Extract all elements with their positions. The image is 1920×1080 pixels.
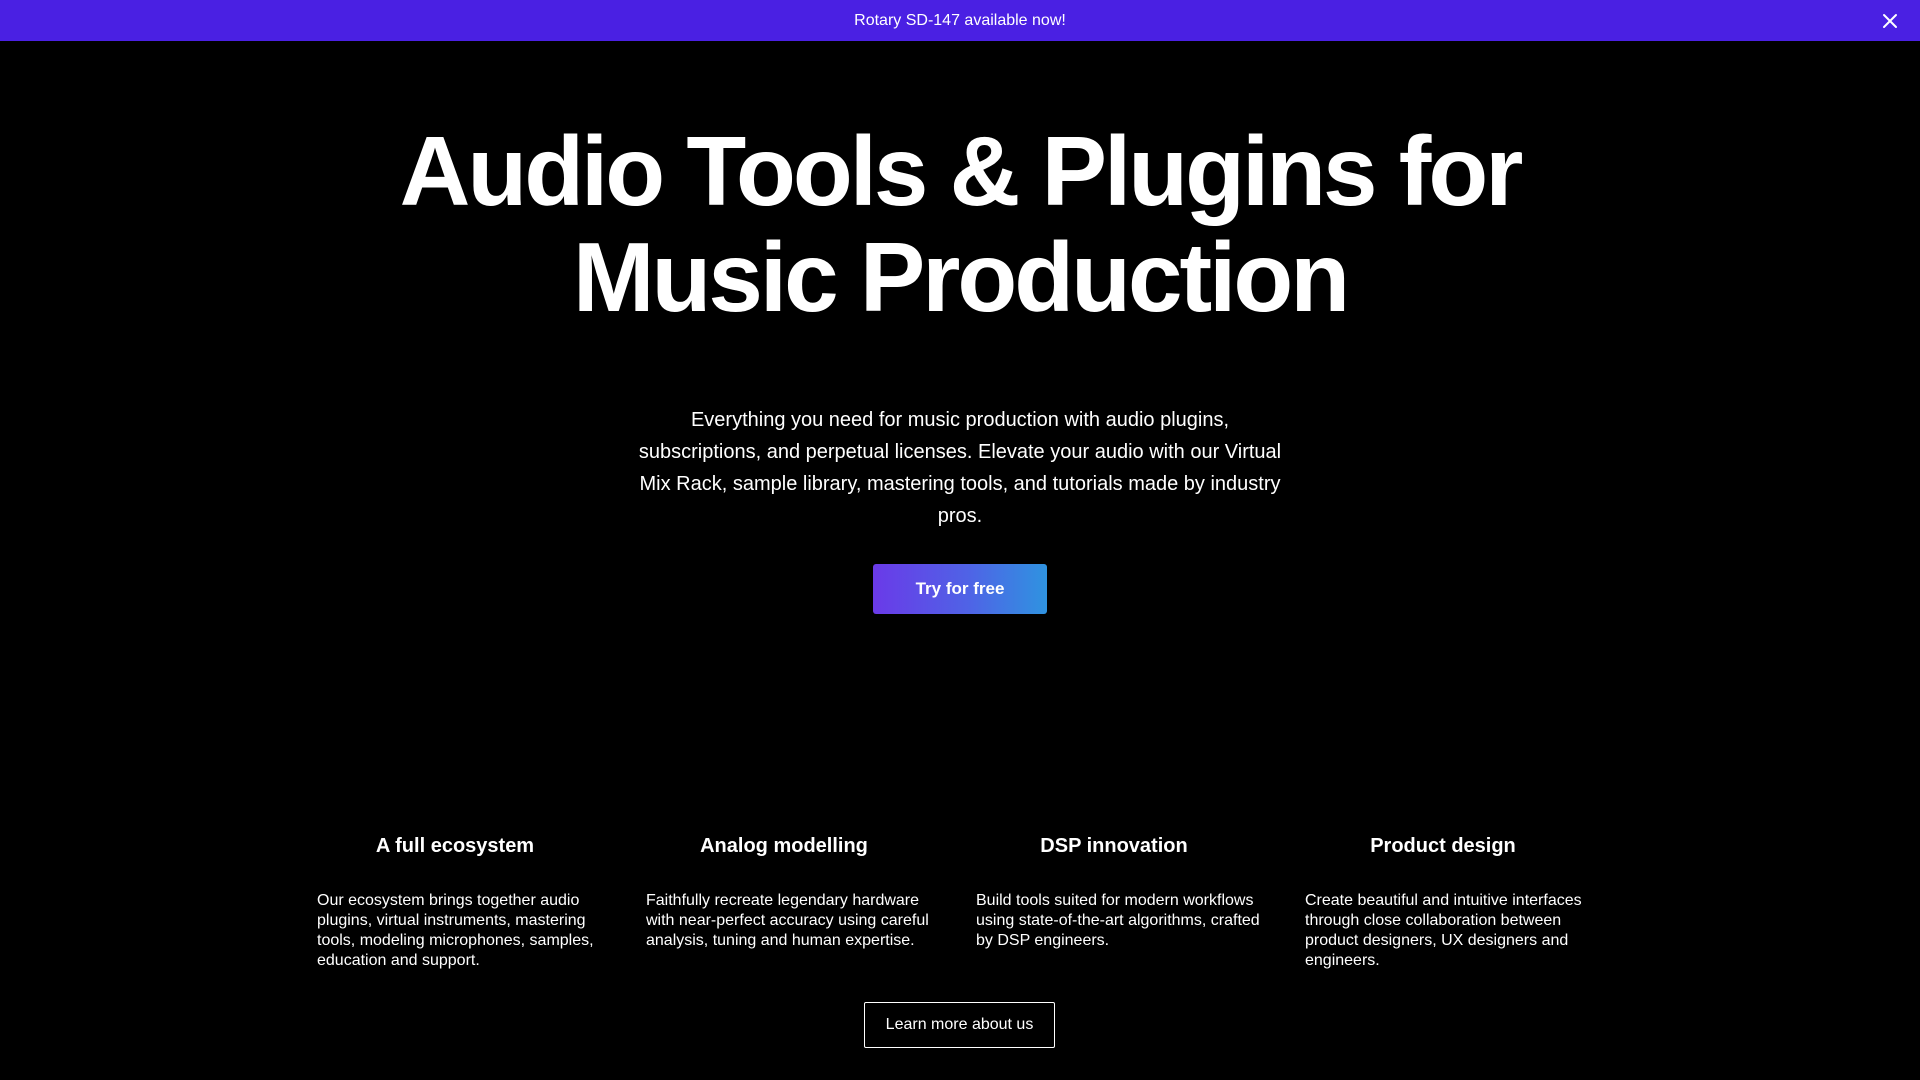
feature-title: Analog modelling bbox=[700, 835, 868, 857]
feature-description: Our ecosystem brings together audio plug… bbox=[317, 892, 594, 969]
feature-description: Build tools suited for modern workflows … bbox=[976, 892, 1260, 949]
feature-dsp-innovation: DSP innovation Build tools suited for mo… bbox=[976, 820, 1276, 951]
banner-text: Rotary SD-147 available now! bbox=[854, 11, 1066, 29]
feature-title: Product design bbox=[1370, 835, 1516, 857]
page-title: Audio Tools & Plugins for Music Producti… bbox=[399, 116, 1524, 332]
feature-full-ecosystem: A full ecosystem Our ecosystem brings to… bbox=[317, 820, 617, 971]
try-for-free-button[interactable]: Try for free bbox=[873, 564, 1047, 614]
features-section: A full ecosystem Our ecosystem brings to… bbox=[317, 820, 1617, 970]
close-icon[interactable] bbox=[1881, 12, 1899, 30]
feature-product-design: Product design Create beautiful and intu… bbox=[1305, 820, 1605, 971]
learn-more-button[interactable]: Learn more about us bbox=[864, 1002, 1055, 1048]
feature-description: Create beautiful and intuitive interface… bbox=[1305, 892, 1582, 969]
hero-subtitle: Everything you need for music production… bbox=[638, 409, 1282, 527]
announcement-banner: Rotary SD-147 available now! bbox=[0, 0, 1920, 41]
feature-title: DSP innovation bbox=[1040, 835, 1188, 857]
feature-analog-modelling: Analog modelling Faithfully recreate leg… bbox=[646, 820, 946, 951]
feature-title: A full ecosystem bbox=[375, 835, 535, 857]
feature-description: Faithfully recreate legendary hardware w… bbox=[646, 892, 929, 949]
